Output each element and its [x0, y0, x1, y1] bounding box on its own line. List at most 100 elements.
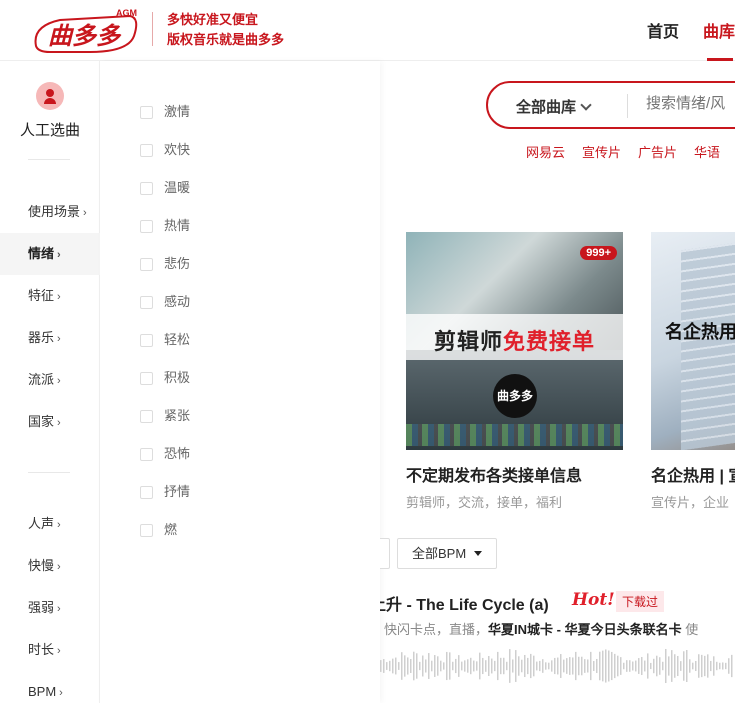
waveform-bar: [662, 661, 664, 671]
waveform-bar: [392, 658, 394, 674]
waveform-bar: [689, 659, 691, 673]
waveform-bar: [509, 649, 511, 683]
mood-option-label: 激情: [164, 104, 191, 119]
nav-library[interactable]: 曲库: [703, 18, 735, 61]
waveform-bar: [464, 660, 466, 672]
sidebar-item-mood[interactable]: 情绪 ›: [0, 233, 100, 275]
mood-option[interactable]: 悲伤: [140, 254, 190, 274]
mood-option[interactable]: 激情: [140, 102, 190, 122]
mood-option[interactable]: 感动: [140, 292, 190, 312]
mood-option-label: 感动: [164, 294, 191, 309]
logo-divider: [152, 12, 153, 46]
mood-option[interactable]: 燃: [140, 520, 177, 540]
mood-option[interactable]: 热情: [140, 216, 190, 236]
hot-tag[interactable]: 华语: [694, 145, 720, 160]
waveform-bar: [560, 654, 562, 678]
checkbox[interactable]: [140, 181, 153, 195]
waveform-bar: [440, 660, 442, 672]
mood-option[interactable]: 轻松: [140, 330, 190, 350]
song-album[interactable]: 华夏IN城卡 - 华夏今日头条联名卡: [488, 622, 682, 637]
playlist-cover[interactable]: 剪辑师免费接单 曲多多 999+: [406, 232, 623, 450]
playlist-tags: 宣传片，企业: [651, 495, 730, 510]
mood-option[interactable]: 欢快: [140, 140, 190, 160]
checkbox[interactable]: [140, 333, 153, 347]
search-input[interactable]: [646, 95, 735, 112]
mood-option-label: 恐怖: [164, 446, 191, 461]
waveform-bar: [716, 661, 718, 671]
waveform-bar: [446, 651, 448, 681]
checkbox[interactable]: [140, 485, 153, 499]
sidebar-item-instrument[interactable]: 器乐 ›: [0, 317, 100, 359]
ai-pick-button[interactable]: 人工选曲: [0, 79, 100, 140]
sidebar-item-genre[interactable]: 流派 ›: [0, 359, 100, 401]
checkbox[interactable]: [140, 295, 153, 309]
waveform-bar: [422, 655, 424, 677]
checkbox[interactable]: [140, 143, 153, 157]
checkbox[interactable]: [140, 409, 153, 423]
waveform-bar: [701, 654, 703, 678]
waveform-bar: [530, 653, 532, 679]
brand-logo[interactable]: 曲多多 AGM: [30, 6, 142, 56]
sidebar-item-scene[interactable]: 使用场景 ›: [0, 191, 100, 233]
chevron-right-icon: ›: [57, 291, 61, 303]
sidebar-item-duration[interactable]: 时长 ›: [0, 629, 100, 671]
checkbox[interactable]: [140, 257, 153, 271]
checkbox[interactable]: [140, 523, 153, 537]
waveform-bar: [518, 656, 520, 676]
search-divider: [627, 94, 628, 118]
sidebar-divider: [28, 159, 70, 160]
waveform-bar: [581, 656, 583, 676]
svg-text:曲多多: 曲多多: [48, 22, 122, 50]
playlist-tags: 剪辑师，交流，接单，福利: [406, 495, 563, 510]
mood-option[interactable]: 积极: [140, 368, 190, 388]
filter-dropdown[interactable]: [380, 538, 390, 569]
waveform-bar: [698, 654, 700, 678]
chevron-right-icon: ›: [59, 687, 63, 699]
hot-icon: Hot!: [572, 590, 615, 610]
hot-tag[interactable]: 宣传片: [582, 145, 621, 160]
waveform-bar: [407, 657, 409, 675]
checkbox[interactable]: [140, 219, 153, 233]
checkbox[interactable]: [140, 447, 153, 461]
waveform-bar: [467, 659, 469, 673]
waveform-bar: [425, 659, 427, 673]
ai-pick-label: 人工选曲: [19, 122, 80, 139]
slogan-line-1: 多快好准又便宜: [167, 12, 259, 27]
playlist-cover[interactable]: 名企热用: [651, 232, 735, 450]
playlist-card[interactable]: 名企热用 名企热用 | 宣 宣传片，企业: [651, 232, 735, 511]
sidebar-item-intensity[interactable]: 强弱 ›: [0, 587, 100, 629]
waveform-bar: [650, 662, 652, 670]
waveform-bar: [413, 651, 415, 681]
playlist-title[interactable]: 名企热用 | 宣: [651, 462, 735, 486]
hot-tag[interactable]: 网易云: [526, 145, 565, 160]
mood-option-label: 欢快: [164, 142, 191, 157]
chevron-right-icon: ›: [83, 207, 87, 219]
song-title[interactable]: 上升 - The Life Cycle (a): [380, 591, 549, 615]
mood-option[interactable]: 温暖: [140, 178, 190, 198]
nav-home[interactable]: 首页: [647, 18, 679, 61]
hot-tags: 网易云 宣传片 广告片 华语: [526, 142, 735, 161]
checkbox[interactable]: [140, 105, 153, 119]
sidebar-item-vocal[interactable]: 人声 ›: [0, 503, 100, 545]
sidebar-item-tempo[interactable]: 快慢 ›: [0, 545, 100, 587]
mood-option[interactable]: 恐怖: [140, 444, 190, 464]
mood-option[interactable]: 紧张: [140, 406, 190, 426]
waveform-bar: [626, 660, 628, 672]
search-category-select[interactable]: 全部曲库: [516, 96, 592, 117]
sidebar-item-feature[interactable]: 特征 ›: [0, 275, 100, 317]
checkbox[interactable]: [140, 371, 153, 385]
sidebar-item-bpm[interactable]: BPM ›: [0, 671, 100, 703]
playlist-card[interactable]: 剪辑师免费接单 曲多多 999+ 不定期发布各类接单信息 剪辑师，交流，接单，福…: [406, 232, 623, 511]
sidebar-item-label: 强弱: [28, 600, 55, 615]
bpm-filter-dropdown[interactable]: 全部BPM: [397, 538, 498, 569]
sidebar-item-label: 器乐: [28, 330, 55, 345]
playlist-title[interactable]: 不定期发布各类接单信息: [406, 462, 623, 486]
waveform[interactable]: [380, 644, 735, 688]
hot-tag[interactable]: 广告片: [638, 145, 677, 160]
mood-option[interactable]: 抒情: [140, 482, 190, 502]
waveform-bar: [674, 654, 676, 678]
sidebar-item-country[interactable]: 国家 ›: [0, 401, 100, 443]
waveform-bar: [455, 658, 457, 674]
waveform-bar: [398, 662, 400, 670]
waveform-bar: [512, 659, 514, 673]
